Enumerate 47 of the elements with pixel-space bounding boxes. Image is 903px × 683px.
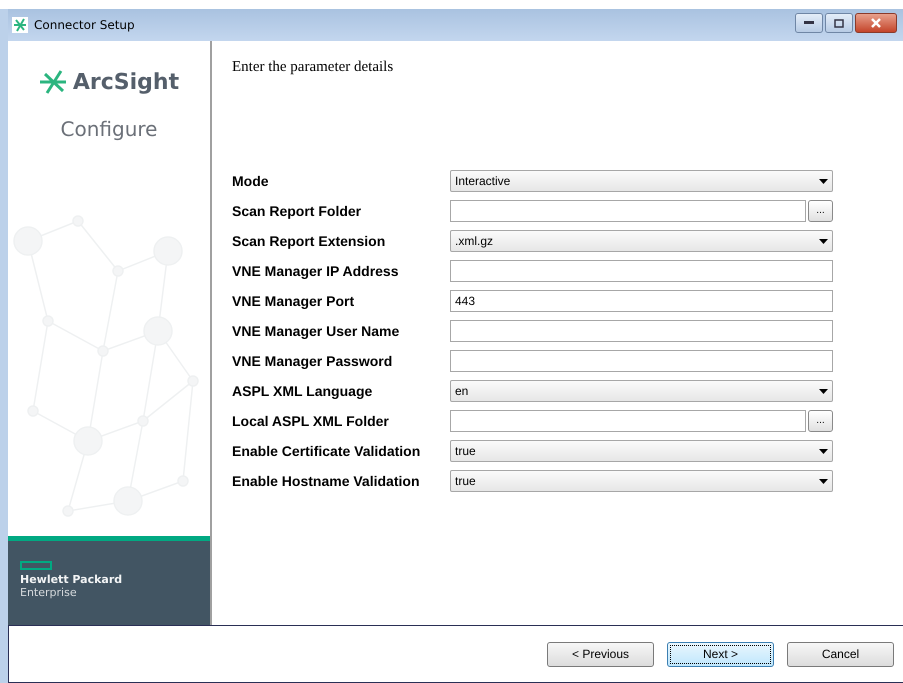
input-field[interactable]: [450, 350, 833, 372]
input-field[interactable]: [450, 320, 833, 342]
input-field[interactable]: [450, 260, 833, 282]
page-heading: Enter the parameter details: [232, 59, 394, 76]
dropdown[interactable]: Interactive: [450, 170, 833, 192]
minimize-button[interactable]: [795, 13, 823, 33]
field-label: VNE Manager Port: [232, 293, 356, 309]
dropdown[interactable]: .xml.gz: [450, 230, 833, 252]
dropdown[interactable]: en: [450, 380, 833, 402]
dropdown[interactable]: true: [450, 470, 833, 492]
dropdown-arrow-icon: [819, 448, 828, 454]
dropdown-arrow-icon: [819, 388, 828, 394]
field-label: Scan Report Extension: [232, 233, 386, 249]
input-field[interactable]: 443: [450, 290, 833, 312]
vendor-name: Enterprise: [20, 586, 78, 599]
logo-text: ArcSight: [72, 70, 180, 94]
input-field[interactable]: [450, 410, 806, 432]
field-label: Enable Certificate Validation: [232, 443, 422, 459]
window-title: Connector Setup: [34, 18, 136, 32]
close-icon: [871, 18, 881, 28]
step-label: Configure: [60, 117, 158, 141]
maximize-button[interactable]: [825, 13, 853, 33]
logo-icon: [38, 69, 67, 95]
wizard-button[interactable]: Next >: [667, 642, 774, 666]
wizard-button[interactable]: < Previous: [547, 642, 654, 666]
dropdown-arrow-icon: [819, 238, 828, 244]
field-label: Scan Report Folder: [232, 203, 362, 219]
maximize-icon: [834, 18, 844, 28]
vendor-name: Hewlett Packard: [20, 573, 124, 586]
browse-button[interactable]: ...: [808, 410, 833, 432]
field-label: VNE Manager Password: [232, 353, 394, 369]
field-label: Enable Hostname Validation: [232, 473, 420, 489]
close-button[interactable]: [855, 13, 897, 33]
field-label: Local ASPL XML Folder: [232, 413, 390, 429]
dropdown-arrow-icon: [819, 178, 828, 184]
field-label: VNE Manager IP Address: [232, 263, 400, 279]
input-field[interactable]: [450, 200, 806, 222]
field-label: VNE Manager User Name: [232, 323, 400, 339]
dropdown-arrow-icon: [819, 478, 828, 484]
wizard-button[interactable]: Cancel: [787, 642, 894, 666]
app-icon: [12, 17, 28, 33]
field-label: ASPL XML Language: [232, 383, 374, 399]
vendor-logo-icon: [20, 561, 52, 570]
field-label: Mode: [232, 173, 270, 189]
minimize-icon: [804, 21, 814, 25]
dropdown[interactable]: true: [450, 440, 833, 462]
browse-button[interactable]: ...: [808, 200, 833, 222]
